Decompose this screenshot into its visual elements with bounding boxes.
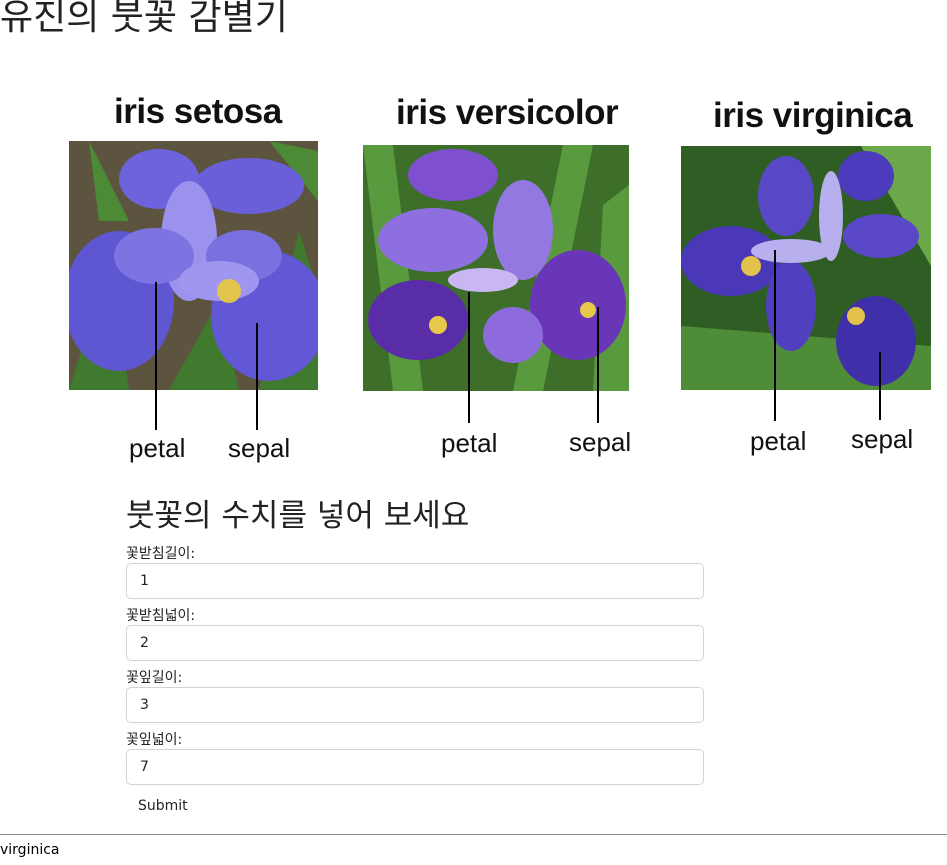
- sepal-width-input[interactable]: [126, 625, 704, 661]
- petal-width-label: 꽃잎넓이:: [126, 732, 183, 748]
- sepal-label: sepal: [851, 424, 914, 454]
- petal-pointer-line: [468, 292, 470, 423]
- petal-label: petal: [750, 426, 807, 456]
- species-title-virginica: iris virginica: [713, 96, 913, 135]
- sepal-length-input[interactable]: [126, 563, 704, 599]
- species-title-versicolor: iris versicolor: [396, 93, 619, 132]
- petal-label: petal: [441, 428, 498, 458]
- petal-pointer-line: [774, 250, 776, 421]
- iris-setosa-photo: [69, 141, 318, 390]
- sepal-pointer-line: [256, 323, 258, 430]
- sepal-length-label: 꽃받침길이:: [126, 546, 196, 562]
- page-title: 유진의 붓꽃 감별기: [0, 0, 288, 38]
- sepal-label: sepal: [228, 433, 291, 463]
- petal-length-label: 꽃잎길이:: [126, 670, 183, 686]
- divider: [0, 834, 947, 835]
- sepal-pointer-line: [879, 352, 881, 420]
- sepal-width-label: 꽃받침넓이:: [126, 608, 196, 624]
- iris-virginica-photo: [681, 146, 931, 390]
- sepal-label: sepal: [569, 427, 632, 457]
- petal-label: petal: [129, 433, 186, 463]
- form-heading: 붓꽃의 수치를 넣어 보세요: [126, 498, 470, 534]
- iris-versicolor-photo: [363, 145, 629, 391]
- sepal-pointer-line: [597, 307, 599, 423]
- petal-length-input[interactable]: [126, 687, 704, 723]
- petal-width-input[interactable]: [126, 749, 704, 785]
- species-title-setosa: iris setosa: [114, 92, 282, 131]
- prediction-result: virginica: [0, 842, 60, 858]
- petal-pointer-line: [155, 282, 157, 430]
- submit-button[interactable]: Submit: [126, 792, 200, 820]
